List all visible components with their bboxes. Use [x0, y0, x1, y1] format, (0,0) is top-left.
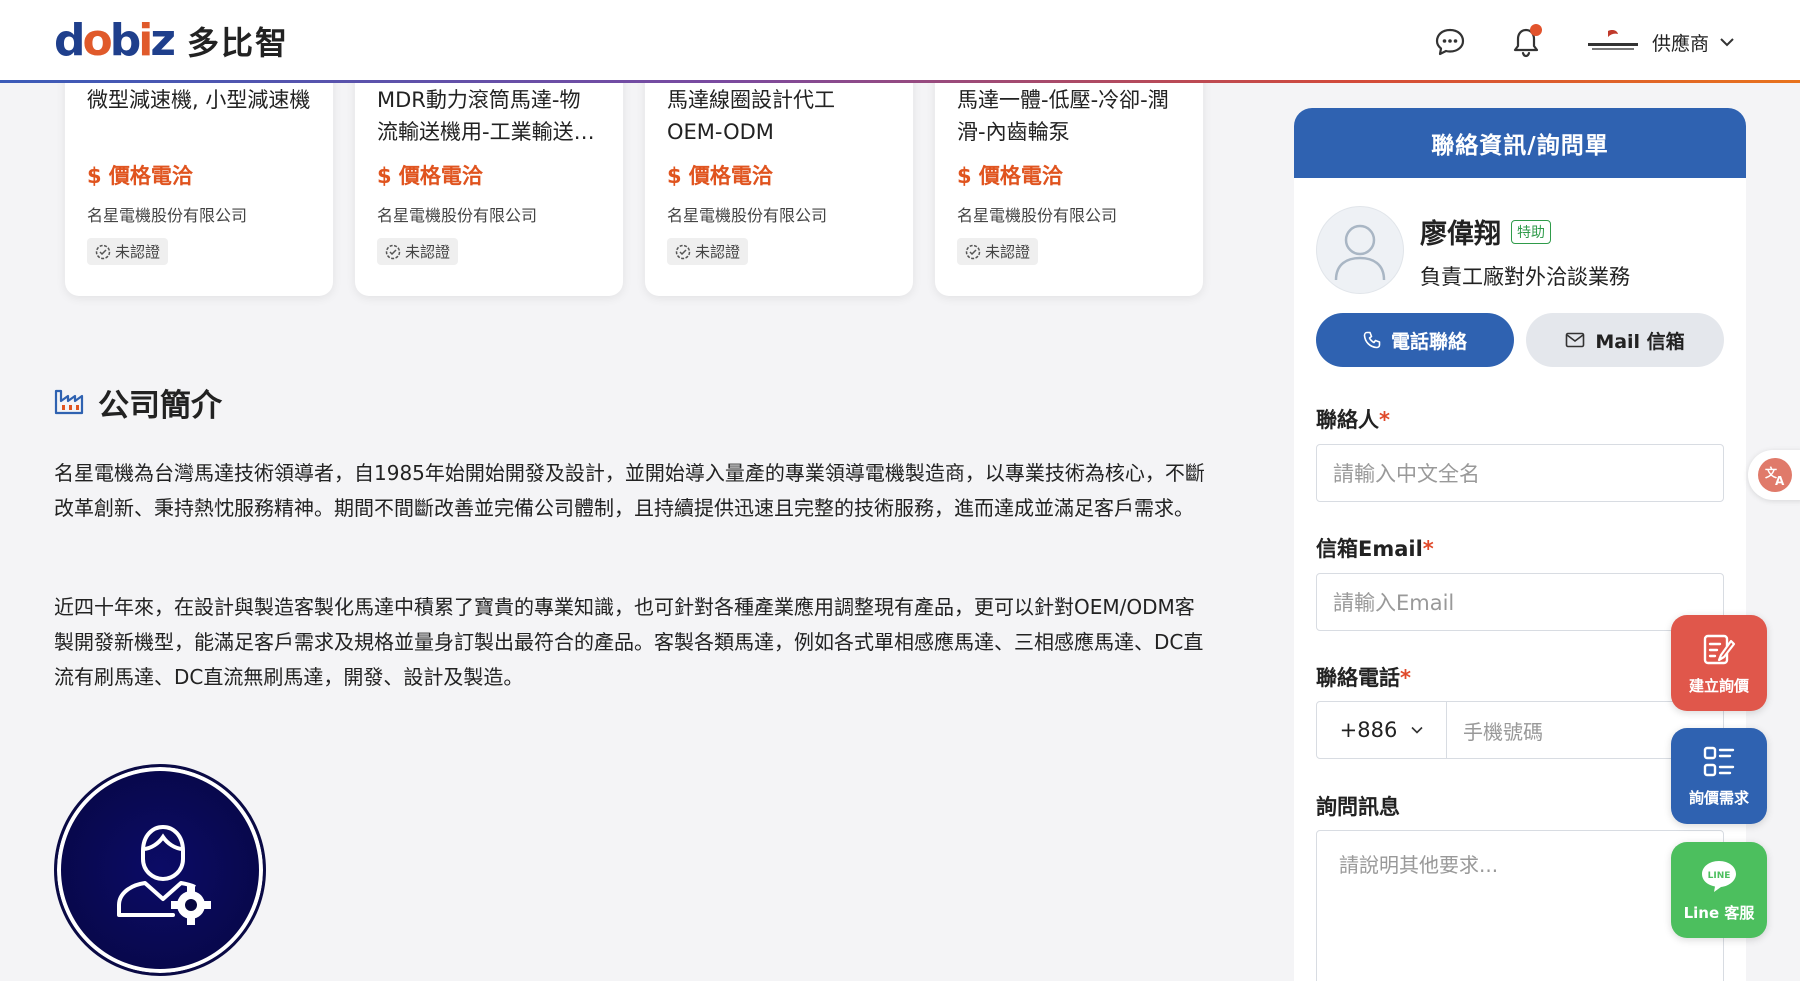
engineer-gear-icon	[117, 824, 211, 925]
badge-label: 未認證	[695, 243, 741, 261]
create-inquiry-button[interactable]: 建立詢價	[1671, 615, 1767, 711]
logo-mark: dobiz	[54, 15, 176, 66]
user-icon	[1334, 224, 1386, 281]
supplier-logo	[1584, 27, 1642, 58]
badge-label: 未認證	[405, 243, 451, 261]
chevron-down-icon	[1411, 726, 1423, 734]
supplier-menu[interactable]: 供應商	[1584, 24, 1735, 60]
site-logo[interactable]: dobiz 多比智	[54, 18, 289, 64]
product-title[interactable]: 馬達線圈設計代工OEM-ODM	[667, 84, 891, 148]
section-title: 公司簡介	[98, 388, 222, 424]
country-code-select[interactable]: +886	[1317, 702, 1447, 758]
intro-paragraph-1: 名星電機為台灣馬達技術領導者，自1985年始開始開發及設計，並開始導入量產的專業…	[54, 461, 1205, 520]
create-inquiry-label: 建立詢價	[1688, 676, 1749, 695]
badge-label: 未認證	[985, 243, 1031, 261]
company-avatar	[54, 764, 266, 976]
person-role: 負責工廠對外洽談業務	[1420, 265, 1630, 289]
badge-label: 未認證	[115, 243, 161, 261]
product-title[interactable]: 微型減速機, 小型減速機	[87, 84, 311, 148]
person-avatar	[1316, 206, 1404, 294]
product-card[interactable]: 馬達線圈設計代工OEM-ODM $ 價格電洽 名星電機股份有限公司 未認證	[645, 60, 913, 296]
product-card[interactable]: 微型減速機, 小型減速機 $ 價格電洽 名星電機股份有限公司 未認證	[65, 60, 333, 296]
country-code-value: +886	[1339, 718, 1398, 742]
mail-button-label: Mail 信箱	[1595, 330, 1685, 353]
person-title-badge: 特助	[1511, 219, 1551, 244]
line-logo-text: LINE	[1708, 871, 1731, 881]
product-company: 名星電機股份有限公司	[957, 206, 1118, 225]
contact-name-placeholder: 請輸入中文全名	[1333, 462, 1480, 486]
inquiry-needs-button[interactable]: 詢價需求	[1671, 728, 1767, 824]
badge-check-icon	[965, 244, 981, 259]
contact-name-label: 聯絡人*	[1316, 408, 1390, 432]
supplier-label: 供應商	[1652, 32, 1710, 55]
phone-icon	[1363, 331, 1381, 349]
edit-note-icon	[1703, 634, 1736, 664]
contact-name-field[interactable]: 請輸入中文全名	[1316, 444, 1724, 502]
product-price: $ 價格電洽	[377, 164, 483, 188]
cert-badge: 未認證	[377, 238, 459, 265]
top-header: dobiz 多比智 供應商	[0, 0, 1800, 83]
logo-text: 多比智	[186, 24, 289, 62]
phone-field-group: +886 手機號碼	[1316, 701, 1724, 759]
product-card[interactable]: 馬達一體-低壓-冷卻-潤滑-內齒輪泵 $ 價格電洽 名星電機股份有限公司 未認證	[935, 60, 1203, 296]
chat-icon[interactable]	[1432, 24, 1468, 60]
product-title[interactable]: 馬達一體-低壓-冷卻-潤滑-內齒輪泵	[957, 84, 1181, 148]
message-placeholder: 請說明其他要求...	[1339, 853, 1499, 877]
product-card[interactable]: MDR動力滾筒馬達-物流輸送機用-工業輸送… $ 價格電洽 名星電機股份有限公司…	[355, 60, 623, 296]
contact-person: 廖偉翔 特助 負責工廠對外洽談業務	[1316, 206, 1630, 294]
mail-contact-button[interactable]: Mail 信箱	[1526, 313, 1724, 367]
product-price: $ 價格電洽	[87, 164, 193, 188]
mobile-number-placeholder: 手機號碼	[1463, 719, 1543, 744]
product-company: 名星電機股份有限公司	[667, 206, 828, 225]
phone-label: 聯絡電話*	[1316, 666, 1411, 690]
bell-icon[interactable]	[1508, 24, 1544, 60]
email-placeholder: 請輸入Email	[1333, 591, 1455, 615]
list-icon	[1703, 746, 1735, 776]
phone-button-label: 電話聯絡	[1390, 330, 1467, 353]
product-price: $ 價格電洽	[957, 164, 1063, 188]
inquiry-needs-label: 詢價需求	[1688, 788, 1749, 807]
message-textarea[interactable]: 請說明其他要求...	[1316, 830, 1724, 981]
panel-title: 聯絡資訊/詢問單	[1294, 108, 1746, 178]
badge-check-icon	[95, 244, 111, 259]
person-name: 廖偉翔	[1420, 219, 1501, 250]
line-chat-icon: LINE	[1702, 860, 1736, 892]
translate-button[interactable]: 文A	[1748, 450, 1800, 500]
cert-badge: 未認證	[87, 238, 169, 265]
notification-dot	[1530, 24, 1542, 36]
chevron-down-icon	[1719, 33, 1735, 52]
product-price: $ 價格電洽	[667, 164, 773, 188]
badge-check-icon	[385, 244, 401, 259]
product-company: 名星電機股份有限公司	[377, 206, 538, 225]
cert-badge: 未認證	[667, 238, 749, 265]
product-company: 名星電機股份有限公司	[87, 206, 248, 225]
header-divider	[0, 80, 1800, 83]
line-service-button[interactable]: LINE Line 客服	[1671, 842, 1767, 938]
line-service-label: Line 客服	[1683, 903, 1755, 922]
message-label: 詢問訊息	[1316, 795, 1400, 819]
product-title[interactable]: MDR動力滾筒馬達-物流輸送機用-工業輸送…	[377, 84, 601, 148]
email-field[interactable]: 請輸入Email	[1316, 573, 1724, 631]
person-name-row: 廖偉翔 特助	[1420, 212, 1630, 251]
factory-icon	[54, 387, 84, 419]
translate-icon: 文A	[1758, 458, 1792, 492]
phone-contact-button[interactable]: 電話聯絡	[1316, 313, 1514, 367]
svg-text:A: A	[1775, 474, 1785, 488]
section-heading: 公司簡介	[54, 380, 222, 425]
intro-paragraph-2: 近四十年來，在設計與製造客製化馬達中積累了寶貴的專業知識，也可針對各種產業應用調…	[54, 595, 1204, 689]
mail-icon	[1566, 332, 1585, 348]
email-label: 信箱Email*	[1316, 537, 1434, 561]
cert-badge: 未認證	[957, 238, 1039, 265]
badge-check-icon	[675, 244, 691, 259]
